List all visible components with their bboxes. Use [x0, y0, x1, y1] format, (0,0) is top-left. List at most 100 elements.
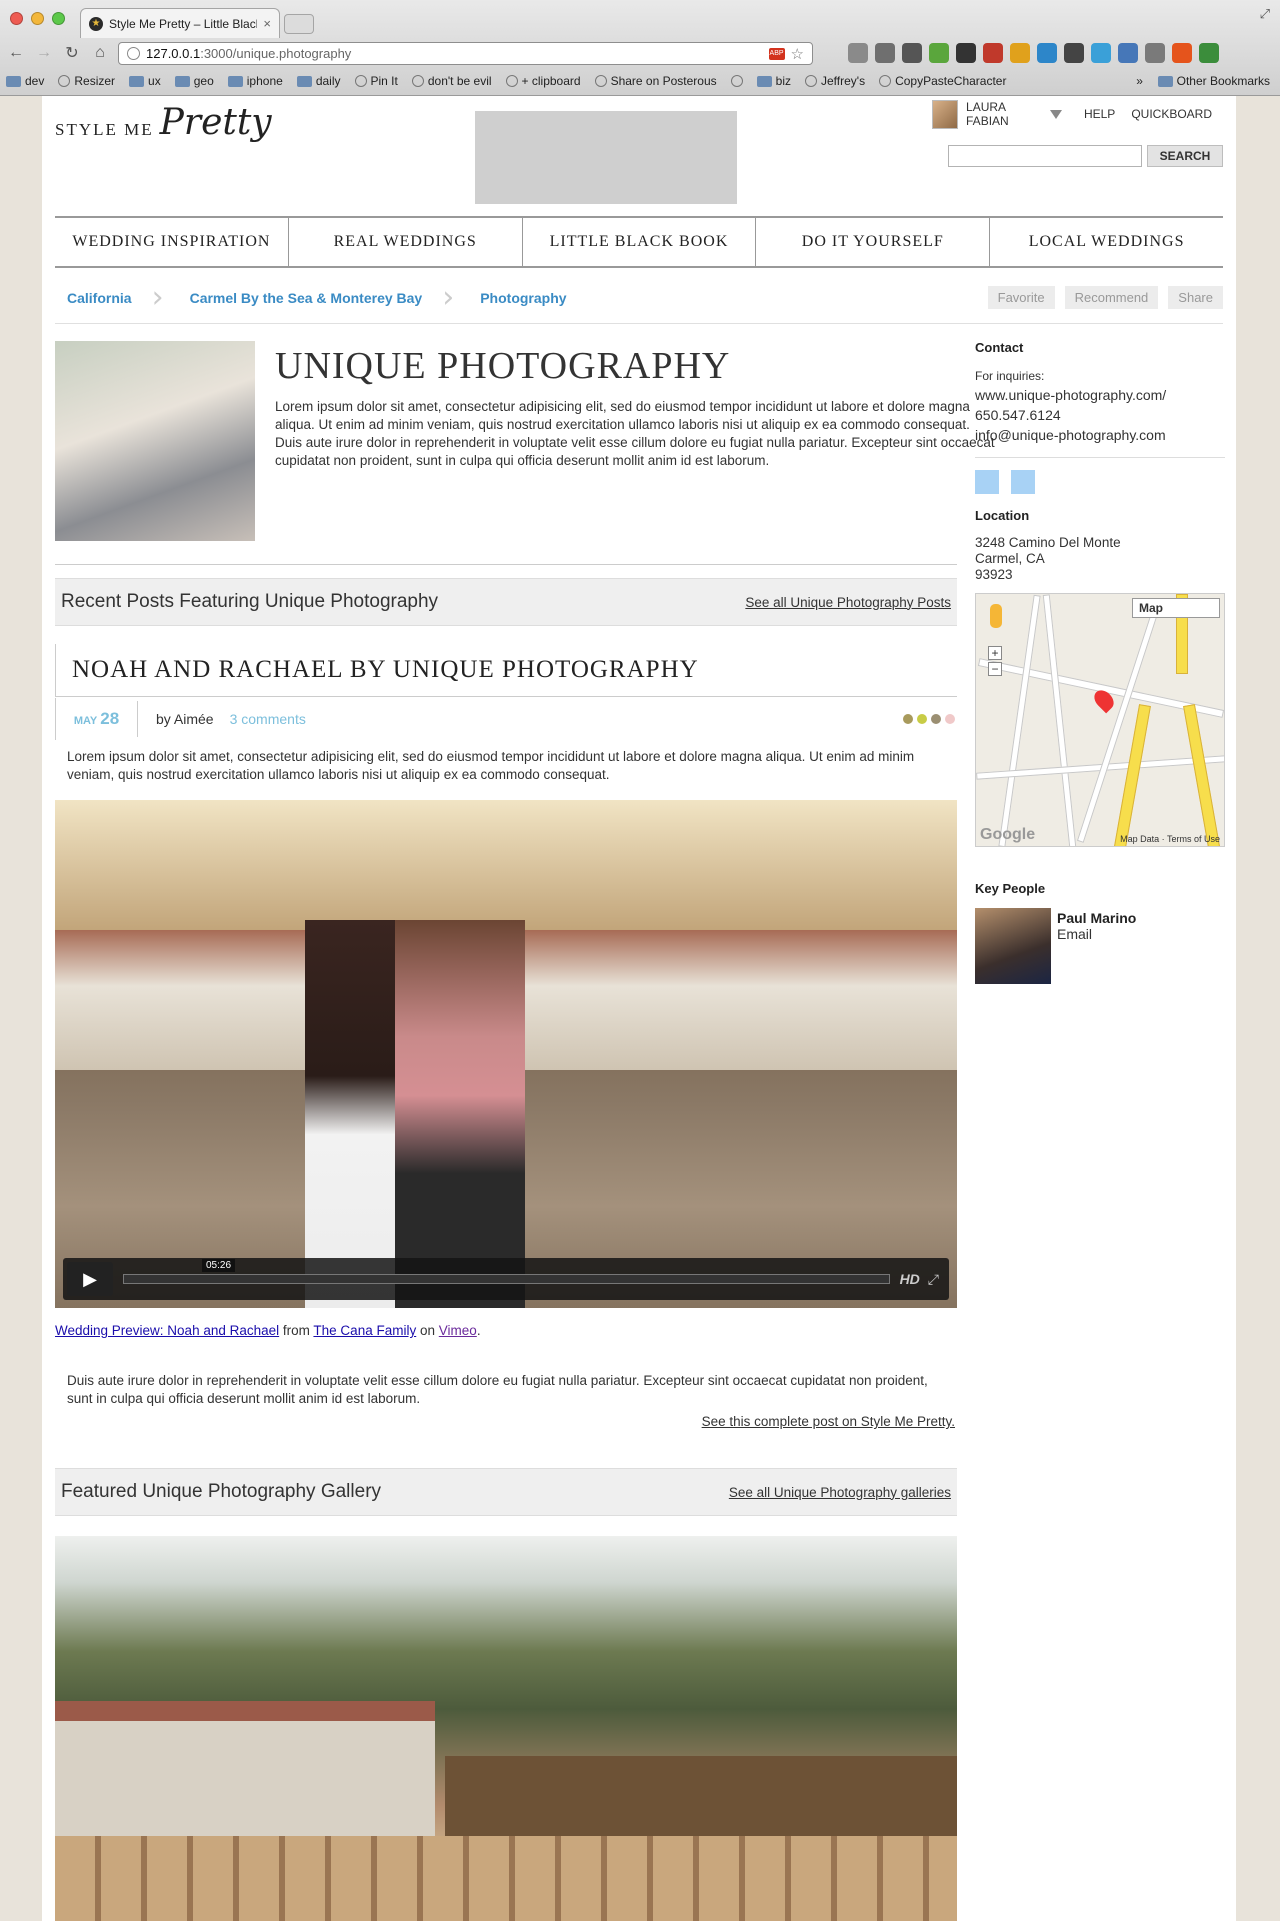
credit-text: on [419, 1323, 436, 1338]
extension-icon[interactable] [1199, 43, 1219, 63]
chevron-right-icon[interactable]: » [1136, 74, 1143, 88]
minimize-window-icon[interactable] [31, 12, 44, 25]
post-day: 28 [100, 709, 120, 728]
search-input[interactable] [948, 145, 1142, 167]
gallery-image[interactable] [55, 1536, 957, 1921]
video-player[interactable]: ▶ 05:26 HD ⤢ [55, 800, 957, 1308]
extension-icon[interactable] [902, 43, 922, 63]
person-photo[interactable] [975, 908, 1051, 984]
website-link[interactable]: www.unique-photography.com/ [975, 387, 1225, 403]
bookmark-item[interactable]: Pin It [354, 74, 398, 88]
site-logo[interactable]: STYLE ME Pretty [55, 105, 272, 141]
extension-icon[interactable] [848, 43, 868, 63]
comments-link[interactable]: 3 comments [230, 711, 306, 727]
hd-button[interactable]: HD [900, 1271, 920, 1287]
bookmark-item[interactable] [730, 75, 743, 87]
search-button[interactable]: SEARCH [1147, 145, 1223, 167]
bookmark-item[interactable]: Resizer [58, 74, 115, 88]
recommend-button[interactable]: Recommend [1064, 286, 1159, 309]
nav-do-it-yourself[interactable]: DO IT YOURSELF [756, 218, 991, 266]
color-dot [903, 714, 913, 724]
post-date: MAY 28 [56, 701, 138, 737]
nav-local-weddings[interactable]: LOCAL WEDDINGS [990, 218, 1223, 266]
extension-icon[interactable] [1118, 43, 1138, 63]
person-email[interactable]: Email [1057, 926, 1136, 942]
bookmark-item[interactable]: daily [296, 74, 341, 88]
bookmark-item[interactable]: don't be evil [411, 74, 492, 88]
author-link[interactable]: The Cana Family [313, 1323, 416, 1338]
zoom-out-icon[interactable]: − [988, 662, 1002, 676]
close-tab-icon[interactable]: × [263, 16, 271, 31]
bookmark-item[interactable]: ux [129, 74, 161, 88]
extension-icon[interactable] [956, 43, 976, 63]
bookmark-item[interactable]: biz [756, 74, 791, 88]
play-icon[interactable]: ▶ [67, 1262, 113, 1296]
zoom-window-icon[interactable] [52, 12, 65, 25]
bookmark-item[interactable]: dev [6, 74, 44, 88]
quickboard-link[interactable]: QUICKBOARD [1131, 107, 1212, 121]
see-all-galleries-link[interactable]: See all Unique Photography galleries [729, 1485, 951, 1500]
zoom-in-icon[interactable]: + [988, 646, 1002, 660]
bookmark-item[interactable]: + clipboard [505, 74, 581, 88]
window-controls [10, 12, 65, 25]
pegman-icon[interactable] [990, 604, 1002, 628]
nav-real-weddings[interactable]: REAL WEDDINGS [289, 218, 523, 266]
see-all-posts-link[interactable]: See all Unique Photography Posts [745, 595, 951, 610]
breadcrumb-california[interactable]: California [55, 290, 152, 306]
fullscreen-icon[interactable]: ⤢ [928, 1271, 939, 1288]
bookmark-item[interactable]: Share on Posterous [594, 74, 717, 88]
share-button[interactable]: Share [1168, 286, 1223, 309]
forward-icon[interactable]: → [32, 44, 56, 62]
video-progress[interactable]: 05:26 [123, 1259, 890, 1284]
extension-icon[interactable] [1064, 43, 1084, 63]
post-author: by Aimée [156, 711, 214, 727]
extension-icon[interactable] [1010, 43, 1030, 63]
new-tab-button[interactable] [284, 14, 314, 34]
nav-little-black-book[interactable]: LITTLE BLACK BOOK [523, 218, 757, 266]
facebook-icon[interactable] [1011, 470, 1035, 494]
page-info-icon[interactable] [127, 47, 140, 60]
person-name[interactable]: Paul Marino [1057, 910, 1136, 926]
extension-icon[interactable] [1172, 43, 1192, 63]
browser-tab[interactable]: ★ Style Me Pretty – Little Black × [80, 8, 280, 38]
extension-icon[interactable] [983, 43, 1003, 63]
extension-icon[interactable] [1091, 43, 1111, 63]
back-icon[interactable]: ← [4, 44, 28, 62]
nav-wedding-inspiration[interactable]: WEDDING INSPIRATION [55, 218, 289, 266]
avatar[interactable] [932, 99, 959, 129]
extension-icon[interactable] [875, 43, 895, 63]
ad-banner[interactable] [475, 111, 737, 204]
map-type-select[interactable]: Map [1132, 598, 1220, 618]
adblock-icon[interactable]: ABP [768, 47, 785, 60]
bookmark-star-icon[interactable]: ☆ [791, 45, 804, 63]
other-bookmarks[interactable]: » Other Bookmarks [1136, 74, 1270, 88]
business-photo[interactable] [55, 341, 255, 541]
help-link[interactable]: HELP [1084, 107, 1115, 121]
fullscreen-icon[interactable]: ⤢ [1260, 6, 1270, 22]
extension-icon[interactable] [1145, 43, 1165, 63]
bookmark-item[interactable]: iphone [227, 74, 283, 88]
home-icon[interactable]: ⌂ [88, 44, 112, 62]
vimeo-link[interactable]: Vimeo [439, 1323, 477, 1338]
address-bar[interactable]: 127.0.0.1:3000/unique.photography ABP ☆ [118, 42, 813, 65]
extension-icon[interactable] [929, 43, 949, 63]
dropdown-arrow-icon[interactable] [1049, 109, 1062, 119]
reload-icon[interactable]: ↻ [60, 43, 84, 63]
bookmark-item[interactable]: geo [174, 74, 214, 88]
post-title[interactable]: NOAH AND RACHAEL BY UNIQUE PHOTOGRAPHY [55, 644, 957, 697]
user-name[interactable]: LAURA FABIAN [966, 100, 1042, 128]
bookmark-item[interactable]: Jeffrey's [805, 74, 865, 88]
bookmark-item[interactable]: CopyPasteCharacter [879, 74, 1006, 88]
location-map[interactable]: Map + − Google Map Data · Terms of Use [975, 593, 1225, 847]
bookmarks-bar: dev Resizer ux geo iphone daily Pin It d… [0, 70, 1280, 92]
close-window-icon[interactable] [10, 12, 23, 25]
see-full-post-link[interactable]: See this complete post on Style Me Prett… [702, 1414, 955, 1429]
breadcrumb-carmel[interactable]: Carmel By the Sea & Monterey Bay [178, 290, 443, 306]
twitter-icon[interactable] [975, 470, 999, 494]
extension-icon[interactable] [1037, 43, 1057, 63]
breadcrumb-photography[interactable]: Photography [468, 290, 586, 306]
email-link[interactable]: info@unique-photography.com [975, 427, 1225, 443]
map-footer[interactable]: Map Data · Terms of Use [1120, 834, 1220, 844]
video-title-link[interactable]: Wedding Preview: Noah and Rachael [55, 1323, 279, 1338]
favorite-button[interactable]: Favorite [987, 286, 1055, 309]
